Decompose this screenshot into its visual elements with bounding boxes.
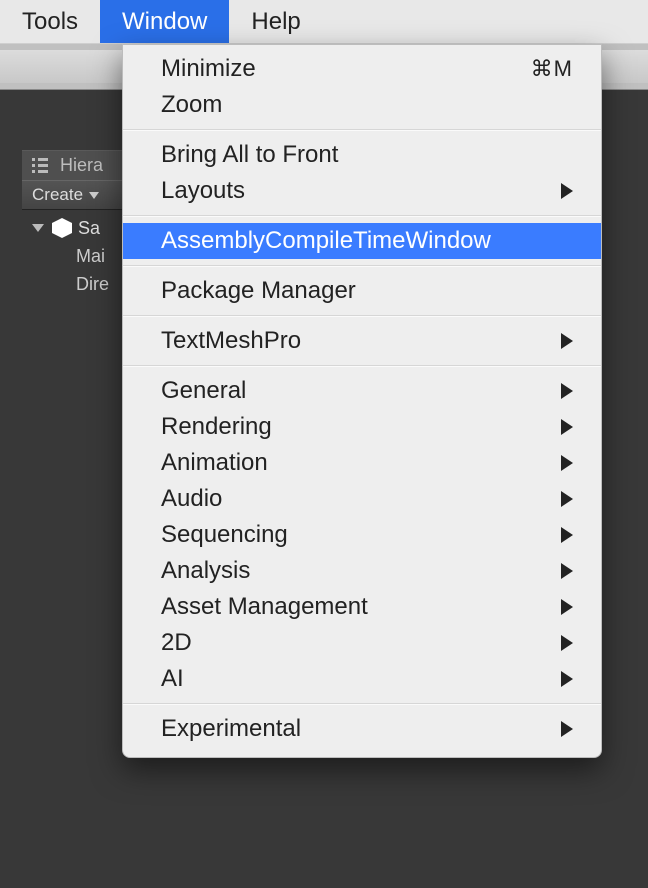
- menu-item-asset-management[interactable]: Asset Management: [123, 589, 601, 625]
- menu-item-label: Rendering: [161, 413, 551, 441]
- menu-label: Tools: [22, 8, 78, 36]
- menu-item-label: Animation: [161, 449, 551, 477]
- unity-scene-icon: [52, 218, 72, 238]
- hierarchy-tab-label: Hiera: [60, 155, 103, 176]
- submenu-arrow-icon: [561, 527, 573, 543]
- menu-item-minimize[interactable]: Minimize⌘M: [123, 51, 601, 87]
- submenu-arrow-icon: [561, 383, 573, 399]
- menu-separator: [123, 265, 601, 267]
- window-menu-dropdown: Minimize⌘M Zoom Bring All to Front Layouts A…: [122, 44, 602, 758]
- menu-separator: [123, 365, 601, 367]
- menu-item-label: Minimize: [161, 55, 531, 83]
- submenu-arrow-icon: [561, 183, 573, 199]
- menu-item-textmeshpro[interactable]: TextMeshPro: [123, 323, 601, 359]
- submenu-arrow-icon: [561, 671, 573, 687]
- menu-label: Window: [122, 8, 207, 36]
- menu-separator: [123, 703, 601, 705]
- submenu-arrow-icon: [561, 491, 573, 507]
- menu-item-label: Experimental: [161, 715, 551, 743]
- menu-item-general[interactable]: General: [123, 373, 601, 409]
- submenu-arrow-icon: [561, 599, 573, 615]
- menu-item-label: AI: [161, 665, 551, 693]
- menu-item-label: Layouts: [161, 177, 551, 205]
- menu-item-label: TextMeshPro: [161, 327, 551, 355]
- menubar: Tools Window Help: [0, 0, 648, 44]
- chevron-down-icon: [89, 192, 99, 199]
- menu-separator: [123, 215, 601, 217]
- menu-item-label: 2D: [161, 629, 551, 657]
- menu-item-analysis[interactable]: Analysis: [123, 553, 601, 589]
- submenu-arrow-icon: [561, 721, 573, 737]
- list-icon: [32, 158, 48, 173]
- menu-item-animation[interactable]: Animation: [123, 445, 601, 481]
- menu-item-label: General: [161, 377, 551, 405]
- menu-item-zoom[interactable]: Zoom: [123, 87, 601, 123]
- menu-item-label: Sequencing: [161, 521, 551, 549]
- menu-item-sequencing[interactable]: Sequencing: [123, 517, 601, 553]
- menu-separator: [123, 315, 601, 317]
- menu-separator: [123, 129, 601, 131]
- menu-item-layouts[interactable]: Layouts: [123, 173, 601, 209]
- menu-item-label: Package Manager: [161, 277, 573, 305]
- menu-item-package-manager[interactable]: Package Manager: [123, 273, 601, 309]
- menu-item-label: Analysis: [161, 557, 551, 585]
- tree-scene-label: Sa: [78, 218, 100, 239]
- create-label: Create: [32, 185, 83, 205]
- menu-label: Help: [251, 8, 300, 36]
- menu-shortcut: ⌘M: [531, 56, 573, 82]
- menu-tools[interactable]: Tools: [0, 0, 100, 43]
- menu-item-bring-all-to-front[interactable]: Bring All to Front: [123, 137, 601, 173]
- submenu-arrow-icon: [561, 333, 573, 349]
- menu-item-experimental[interactable]: Experimental: [123, 711, 601, 747]
- menu-item-label: Audio: [161, 485, 551, 513]
- menu-item-assemblycompiletimewindow[interactable]: AssemblyCompileTimeWindow: [123, 223, 601, 259]
- menu-item-2d[interactable]: 2D: [123, 625, 601, 661]
- submenu-arrow-icon: [561, 635, 573, 651]
- menu-item-rendering[interactable]: Rendering: [123, 409, 601, 445]
- tree-item-label: Mai: [76, 246, 105, 267]
- submenu-arrow-icon: [561, 419, 573, 435]
- menu-item-ai[interactable]: AI: [123, 661, 601, 697]
- submenu-arrow-icon: [561, 563, 573, 579]
- menu-item-label: AssemblyCompileTimeWindow: [161, 227, 573, 255]
- submenu-arrow-icon: [561, 455, 573, 471]
- create-button[interactable]: Create: [32, 185, 99, 205]
- menu-item-label: Zoom: [161, 91, 573, 119]
- menu-item-audio[interactable]: Audio: [123, 481, 601, 517]
- menu-help[interactable]: Help: [229, 0, 322, 43]
- tree-item-label: Dire: [76, 274, 109, 295]
- menu-item-label: Bring All to Front: [161, 141, 573, 169]
- tree-expand-icon[interactable]: [32, 224, 44, 232]
- menu-item-label: Asset Management: [161, 593, 551, 621]
- menu-window[interactable]: Window: [100, 0, 229, 43]
